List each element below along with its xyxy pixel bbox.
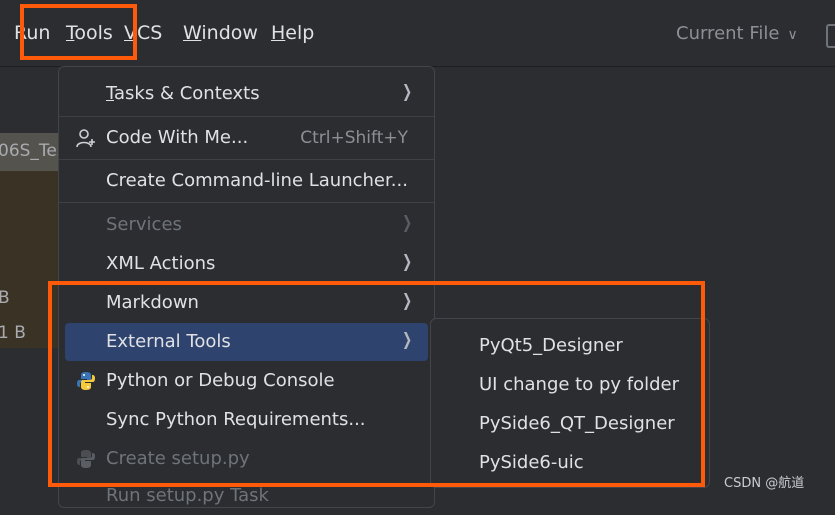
menu-separator (59, 202, 434, 203)
menu-item-xml-actions[interactable]: XML Actions ❯ (59, 245, 434, 283)
menu-help[interactable]: Help (271, 22, 314, 44)
menu-item-label: XML Actions (106, 253, 216, 274)
menu-item-label: Code With Me... (106, 127, 249, 148)
highlight-box-external-tools (48, 281, 705, 487)
background-tab-text: 06S_Tes (0, 141, 66, 161)
menu-item-label: Services (106, 214, 182, 235)
run-config-selector[interactable]: Current File ∨ (676, 23, 798, 44)
add-user-icon (76, 129, 95, 148)
shortcut-label: Ctrl+Shift+Y (300, 128, 408, 148)
background-line-1: B (0, 288, 10, 308)
watermark: CSDN @航道 (724, 476, 805, 491)
chevron-right-icon: ❯ (401, 82, 412, 102)
menu-item-label: Tasks & Contexts (106, 83, 260, 104)
menu-item-label: Create Command-line Launcher... (106, 170, 408, 191)
menu-item-code-with-me[interactable]: Code With Me... Ctrl+Shift+Y (59, 119, 434, 157)
run-config-label: Current File (676, 23, 780, 44)
chevron-right-icon: ❯ (401, 252, 412, 272)
menu-window[interactable]: Window (183, 22, 258, 44)
highlight-box-tools (20, 4, 137, 60)
menu-help-mnemonic: H (271, 22, 286, 44)
tasks-rest: asks & Contexts (114, 83, 260, 104)
menu-item-create-launcher[interactable]: Create Command-line Launcher... (59, 162, 434, 200)
menu-item-label: Run setup.py Task (106, 485, 269, 506)
menu-vcs-rest: CS (137, 22, 163, 44)
chevron-down-icon: ∨ (787, 27, 798, 43)
menu-item-services: Services ❯ (59, 206, 434, 244)
tasks-mnemonic: T (106, 83, 115, 104)
menu-help-rest: elp (285, 22, 315, 44)
menu-window-rest: indow (201, 22, 258, 44)
search-icon[interactable] (826, 24, 835, 48)
background-line-2: 1 B (0, 323, 26, 343)
chevron-right-icon: ❯ (401, 213, 412, 233)
menu-separator (59, 116, 434, 117)
menu-window-mnemonic: W (183, 22, 202, 44)
menu-separator (59, 159, 434, 160)
menu-item-tasks-contexts[interactable]: Tasks & Contexts ❯ (59, 75, 434, 113)
